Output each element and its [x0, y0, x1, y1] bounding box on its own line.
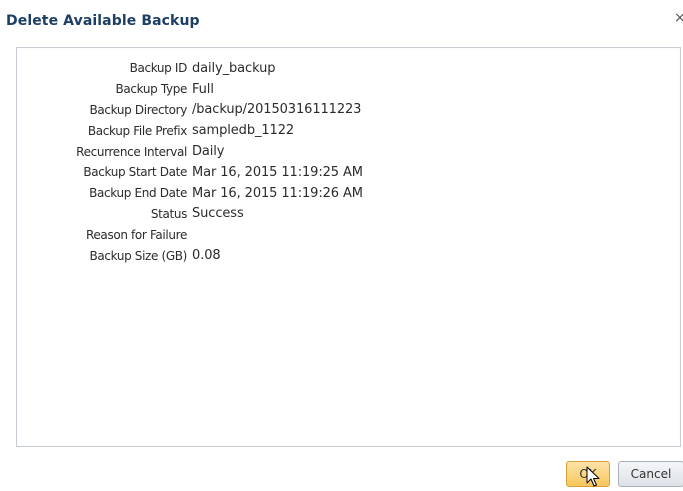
backup-type-value: Full	[192, 81, 214, 97]
ok-button[interactable]: OK	[566, 461, 610, 487]
cancel-button[interactable]: Cancel	[618, 461, 683, 487]
backup-id-value: daily_backup	[192, 60, 276, 76]
backup-file-prefix-label: Backup File Prefix	[87, 123, 187, 138]
detail-row-backup-end-date: Backup End Date Mar 16, 2015 11:19:26 AM	[17, 183, 363, 204]
backup-size-label: Backup Size (GB)	[89, 248, 187, 263]
detail-row-status: Status Success	[17, 204, 363, 225]
detail-row-backup-size: Backup Size (GB) 0.08	[17, 245, 363, 266]
backup-id-label: Backup ID	[129, 61, 188, 76]
status-label: Status	[150, 206, 187, 221]
backup-start-date-label: Backup Start Date	[83, 165, 187, 180]
recurrence-interval-value: Daily	[192, 144, 225, 160]
backup-directory-label: Backup Directory	[89, 102, 187, 117]
delete-backup-dialog: Delete Available Backup × Backup ID dail…	[0, 0, 683, 491]
detail-row-backup-file-prefix: Backup File Prefix sampledb_1122	[17, 120, 363, 141]
backup-start-date-value: Mar 16, 2015 11:19:25 AM	[192, 164, 363, 180]
detail-row-backup-id: Backup ID daily_backup	[17, 58, 363, 79]
reason-for-failure-value	[192, 224, 363, 245]
close-icon[interactable]: ×	[674, 10, 683, 26]
reason-for-failure-label: Reason for Failure	[85, 227, 187, 242]
backup-directory-value: /backup/20150316111223	[192, 102, 362, 118]
detail-row-backup-start-date: Backup Start Date Mar 16, 2015 11:19:25 …	[17, 162, 363, 183]
backup-details-panel: Backup ID daily_backup Backup Type Full …	[16, 47, 681, 447]
backup-end-date-label: Backup End Date	[89, 186, 187, 201]
detail-row-backup-directory: Backup Directory /backup/20150316111223	[17, 100, 363, 121]
detail-row-backup-type: Backup Type Full	[17, 79, 363, 100]
backup-details-table: Backup ID daily_backup Backup Type Full …	[17, 58, 363, 266]
dialog-title: Delete Available Backup	[6, 13, 200, 29]
detail-row-reason-for-failure: Reason for Failure	[17, 224, 363, 245]
backup-type-label: Backup Type	[115, 82, 187, 97]
backup-file-prefix-value: sampledb_1122	[192, 123, 295, 139]
recurrence-interval-label: Recurrence Interval	[76, 144, 187, 159]
detail-row-recurrence-interval: Recurrence Interval Daily	[17, 141, 363, 162]
backup-end-date-value: Mar 16, 2015 11:19:26 AM	[192, 185, 363, 201]
backup-size-value: 0.08	[192, 248, 221, 264]
status-value: Success	[192, 206, 244, 222]
